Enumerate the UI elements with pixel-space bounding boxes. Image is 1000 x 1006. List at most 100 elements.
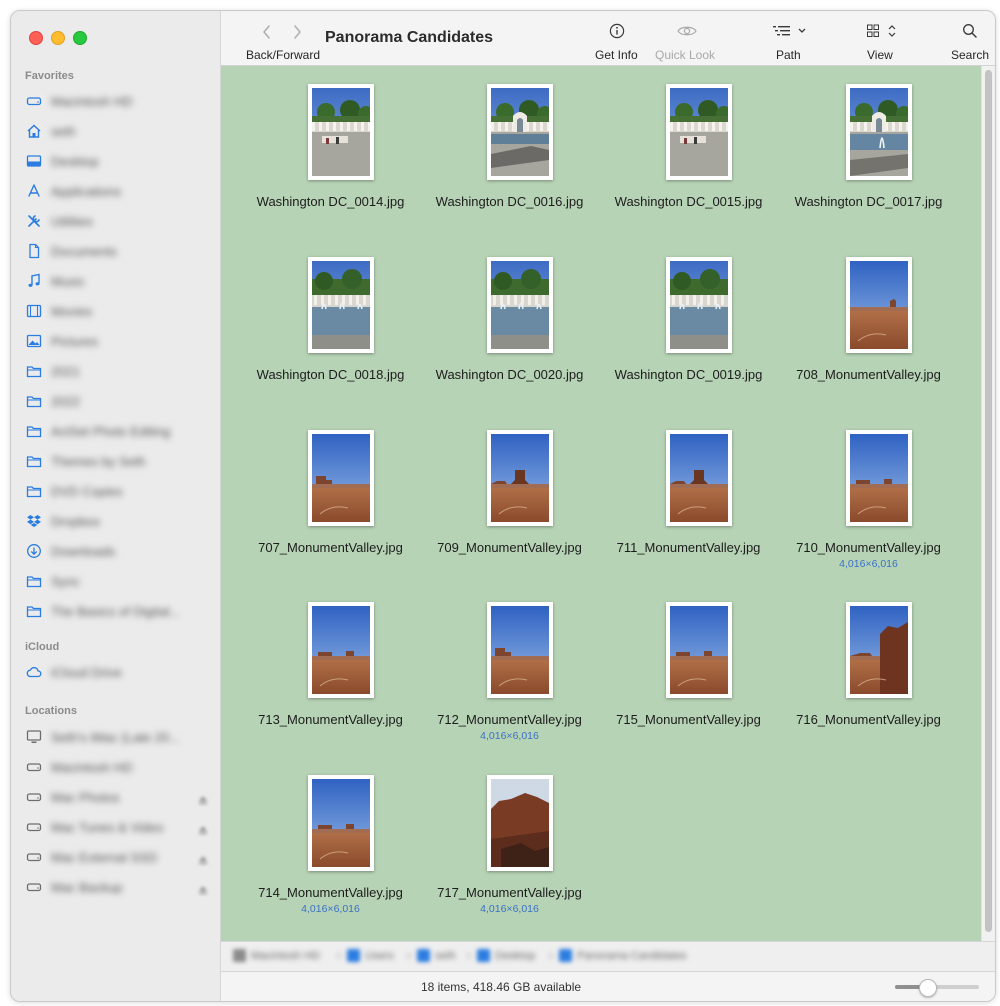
file-thumbnail[interactable] [666,84,732,180]
file-name[interactable]: Washington DC_0018.jpg [241,367,420,382]
file-name[interactable]: 709_MonumentValley.jpg [420,540,599,555]
file-item[interactable]: 713_MonumentValley.jpg [241,584,420,756]
get-info-button[interactable]: Get Info [591,19,643,63]
locations-item[interactable]: Mac Tunes & Video [25,816,210,838]
favorites-item[interactable]: Movies [25,300,210,322]
file-name[interactable]: 707_MonumentValley.jpg [241,540,420,555]
favorites-item[interactable]: seth [25,120,210,142]
file-item[interactable]: Washington DC_0019.jpg [599,239,778,411]
file-thumbnail[interactable] [487,257,553,353]
file-name[interactable]: Washington DC_0019.jpg [599,367,778,382]
file-item[interactable]: Washington DC_0014.jpg [241,66,420,238]
favorites-item[interactable]: Pictures [25,330,210,352]
favorites-item[interactable]: Downloads [25,540,210,562]
locations-item[interactable]: Mac External SSD [25,846,210,868]
path-crumb[interactable]: Panorama Candidates [577,950,686,962]
file-thumbnail[interactable] [846,257,912,353]
zoom-button[interactable] [73,31,87,45]
file-item[interactable]: 708_MonumentValley.jpg [779,239,958,411]
file-name[interactable]: Washington DC_0016.jpg [420,194,599,209]
path-crumb[interactable]: Desktop [495,950,535,962]
file-name[interactable]: Washington DC_0014.jpg [241,194,420,209]
favorites-item[interactable]: Applications [25,180,210,202]
file-name[interactable]: 711_MonumentValley.jpg [599,540,778,555]
locations-item[interactable]: Macintosh HD [25,756,210,778]
favorites-item[interactable]: DVD Copies [25,480,210,502]
file-name[interactable]: 714_MonumentValley.jpg [241,885,420,900]
file-name[interactable]: Washington DC_0017.jpg [779,194,958,209]
file-name[interactable]: 715_MonumentValley.jpg [599,712,778,727]
file-thumbnail[interactable] [846,602,912,698]
file-item[interactable]: Washington DC_0016.jpg [420,66,599,238]
path-button[interactable]: Path [771,19,811,63]
file-item[interactable]: 712_MonumentValley.jpg 4,016×6,016 [420,584,599,756]
file-thumbnail[interactable] [487,602,553,698]
favorites-item[interactable]: Music [25,270,210,292]
minimize-button[interactable] [51,31,65,45]
eject-icon[interactable] [198,822,208,834]
favorites-item[interactable]: Dropbox [25,510,210,532]
file-item[interactable]: 716_MonumentValley.jpg [779,584,958,756]
file-thumbnail[interactable] [487,775,553,871]
favorites-item[interactable]: The Basics of Digital... [25,600,210,622]
path-crumb[interactable]: seth [435,950,456,962]
file-thumbnail[interactable] [846,430,912,526]
file-name[interactable]: 716_MonumentValley.jpg [779,712,958,727]
file-name[interactable]: Washington DC_0015.jpg [599,194,778,209]
forward-button[interactable] [289,23,305,41]
locations-item[interactable]: Mac Backup [25,876,210,898]
file-item[interactable]: 707_MonumentValley.jpg [241,412,420,584]
file-thumbnail[interactable] [487,84,553,180]
file-name[interactable]: 712_MonumentValley.jpg [420,712,599,727]
file-thumbnail[interactable] [308,602,374,698]
close-button[interactable] [29,31,43,45]
locations-item[interactable]: Mac Photos [25,786,210,808]
search-button[interactable]: Search [945,19,993,63]
file-thumbnail[interactable] [308,430,374,526]
file-thumbnail[interactable] [308,257,374,353]
file-thumbnail[interactable] [308,84,374,180]
file-item[interactable]: 711_MonumentValley.jpg [599,412,778,584]
file-thumbnail[interactable] [846,84,912,180]
eject-icon[interactable] [198,882,208,894]
file-item[interactable]: Washington DC_0017.jpg [779,66,958,238]
file-thumbnail[interactable] [308,775,374,871]
file-item[interactable]: Washington DC_0015.jpg [599,66,778,238]
locations-item[interactable]: Seth's iMac (Late 20... [25,726,210,748]
favorites-item[interactable]: Utilities [25,210,210,232]
file-item[interactable]: 714_MonumentValley.jpg 4,016×6,016 [241,757,420,929]
favorites-item[interactable]: Documents [25,240,210,262]
path-crumb[interactable]: Users [365,950,394,962]
file-item[interactable]: Washington DC_0020.jpg [420,239,599,411]
file-name[interactable]: 710_MonumentValley.jpg [779,540,958,555]
quick-look-button[interactable]: Quick Look [653,19,723,63]
file-item[interactable]: 717_MonumentValley.jpg 4,016×6,016 [420,757,599,929]
file-item[interactable]: 710_MonumentValley.jpg 4,016×6,016 [779,412,958,584]
file-name[interactable]: 717_MonumentValley.jpg [420,885,599,900]
file-thumbnail[interactable] [487,430,553,526]
view-button[interactable]: View [861,19,901,63]
path-crumb[interactable]: Macintosh HD [251,950,320,962]
eject-icon[interactable] [198,852,208,864]
icon-size-slider[interactable] [895,985,979,989]
eject-icon[interactable] [198,792,208,804]
favorites-item[interactable]: 2021 [25,360,210,382]
favorites-item[interactable]: Themes by Seth [25,450,210,472]
file-item[interactable]: 709_MonumentValley.jpg [420,412,599,584]
favorites-item[interactable]: Desktop [25,150,210,172]
file-thumbnail[interactable] [666,602,732,698]
file-item[interactable]: 715_MonumentValley.jpg [599,584,778,756]
file-thumbnail[interactable] [666,257,732,353]
favorites-item[interactable]: ActSet Photo Editing [25,420,210,442]
file-name[interactable]: 708_MonumentValley.jpg [779,367,958,382]
scrollbar-thumb[interactable] [985,70,992,932]
icon-size-slider-knob[interactable] [918,979,937,997]
favorites-item[interactable]: 2022 [25,390,210,412]
vertical-scrollbar[interactable] [981,66,995,941]
icloud-item[interactable]: iCloud Drive [25,661,210,683]
back-button[interactable] [259,23,275,41]
file-name[interactable]: Washington DC_0020.jpg [420,367,599,382]
favorites-item[interactable]: Sync [25,570,210,592]
favorites-item[interactable]: Macintosh HD [25,90,210,112]
file-item[interactable]: Washington DC_0018.jpg [241,239,420,411]
